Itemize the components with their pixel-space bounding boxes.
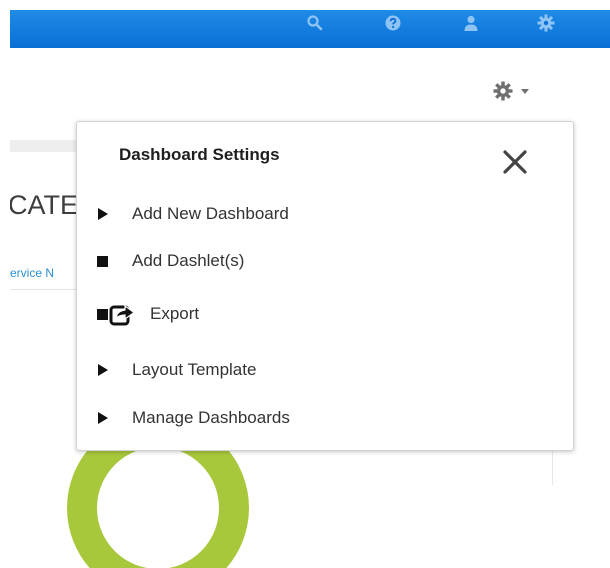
triangle-right-icon	[98, 208, 108, 220]
gear-icon	[493, 81, 513, 101]
menu-item-manage-dashboards[interactable]: Manage Dashboards	[97, 404, 497, 432]
gear-icon[interactable]	[537, 14, 555, 32]
menu-item-label: Add Dashlet(s)	[132, 251, 245, 270]
triangle-right-icon	[98, 412, 108, 424]
menu-item-label: Export	[150, 304, 200, 323]
export-icon	[109, 304, 136, 326]
top-navigation-bar	[0, 0, 610, 48]
menu-item-label: Manage Dashboards	[132, 408, 290, 427]
menu-item-layout-template[interactable]: Layout Template	[97, 356, 497, 384]
chevron-down-icon	[521, 88, 529, 94]
close-icon[interactable]	[501, 148, 529, 176]
dashboard-settings-toggle[interactable]	[493, 77, 553, 105]
background-link[interactable]: ervice N	[10, 266, 78, 280]
dashboard-settings-panel: Dashboard Settings Add New Dashboard Add…	[76, 121, 574, 451]
menu-item-label: Layout Template	[132, 360, 257, 379]
panel-title: Dashboard Settings	[119, 145, 280, 164]
menu-item-add-dashlets[interactable]: Add Dashlet(s)	[97, 247, 497, 275]
help-icon[interactable]	[384, 14, 402, 32]
triangle-right-icon	[98, 364, 108, 376]
search-icon[interactable]	[306, 14, 324, 32]
user-icon[interactable]	[462, 14, 480, 32]
background-divider	[10, 289, 78, 290]
menu-item-export[interactable]: Export	[97, 300, 497, 328]
menu-item-label: Add New Dashboard	[132, 204, 289, 223]
menu-item-add-new-dashboard[interactable]: Add New Dashboard	[97, 200, 497, 228]
square-icon	[97, 255, 108, 267]
square-icon	[97, 308, 108, 320]
background-heading: CATE	[10, 190, 78, 220]
